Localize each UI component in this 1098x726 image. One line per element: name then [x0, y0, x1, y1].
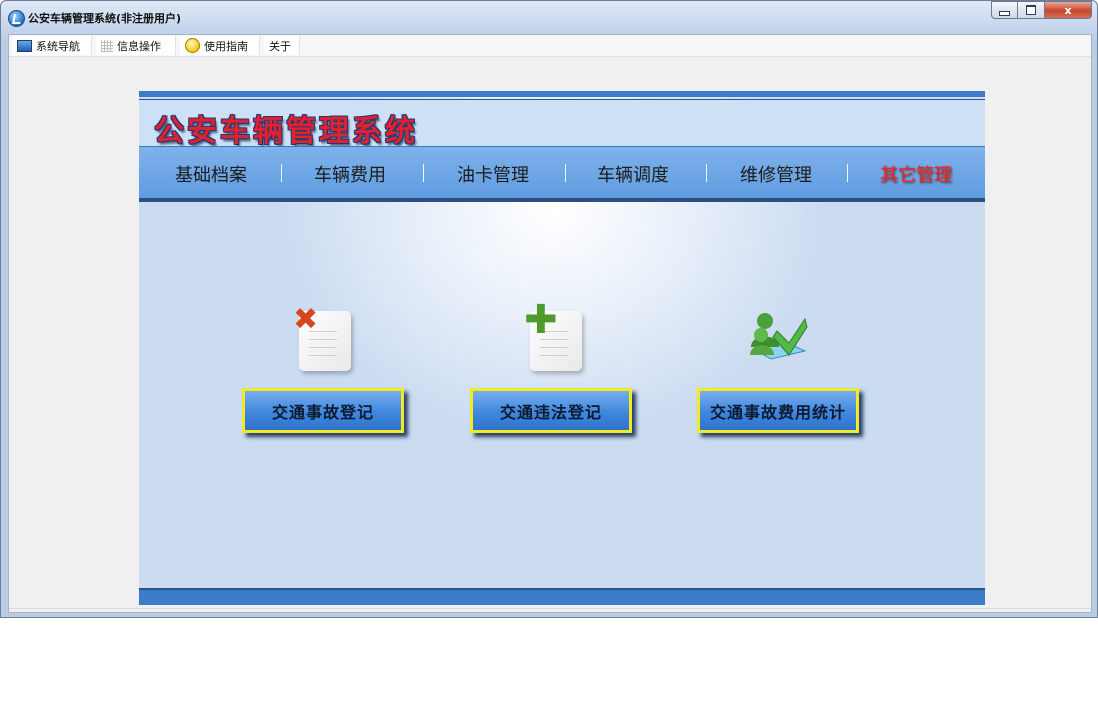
panel-header: 公安车辆管理系统: [139, 100, 985, 149]
menu-item-info-ops[interactable]: 信息操作: [96, 36, 176, 55]
menu-item-label: 系统导航: [36, 39, 80, 53]
system-title: 公安车辆管理系统: [154, 114, 418, 149]
maximize-icon: [1026, 5, 1036, 15]
nav-vehicle-dispatch[interactable]: 车辆调度: [597, 161, 669, 187]
document-add-icon[interactable]: ✚: [524, 300, 582, 371]
nav-basic-records[interactable]: 基础档案: [175, 161, 247, 187]
grid-icon: [101, 39, 113, 52]
accident-cost-statistics-button[interactable]: 交通事故费用统计: [697, 388, 859, 433]
minimize-button[interactable]: [991, 1, 1018, 19]
window-controls: x: [991, 1, 1092, 20]
document-delete-icon[interactable]: ✖: [293, 305, 351, 371]
app-window: 公安车辆管理系统(非注册用户) x 系统导航 信息操作 使用指南 关于 公安车辆…: [0, 0, 1098, 618]
menu-item-label: 关于: [269, 39, 291, 53]
main-panel: 公安车辆管理系统 基础档案 车辆费用 油卡管理 车辆调度 维修管理 其它管理 ✖…: [139, 91, 985, 605]
nav-bottom-border: [139, 198, 985, 202]
menu-bar: 系统导航 信息操作 使用指南 关于: [9, 35, 1091, 57]
nav-maintenance[interactable]: 维修管理: [740, 161, 812, 187]
nav-separator: [423, 164, 424, 182]
nav-separator: [706, 164, 707, 182]
panel-top-bar: [139, 91, 985, 97]
title-bar[interactable]: 公安车辆管理系统(非注册用户) x: [1, 1, 1097, 33]
help-icon: [185, 38, 200, 53]
window-title: 公安车辆管理系统(非注册用户): [28, 12, 182, 25]
traffic-violation-register-button[interactable]: 交通违法登记: [470, 388, 632, 433]
close-icon: x: [1064, 3, 1072, 17]
menu-item-about[interactable]: 关于: [264, 36, 300, 55]
nav-separator: [565, 164, 566, 182]
status-divider: [9, 608, 1091, 609]
nav-other-management[interactable]: 其它管理: [880, 161, 952, 187]
nav-vehicle-costs[interactable]: 车辆费用: [314, 161, 386, 187]
minimize-icon: [999, 10, 1010, 16]
users-download-icon[interactable]: [747, 309, 809, 371]
menu-item-label: 信息操作: [117, 39, 161, 53]
app-logo-icon: [8, 10, 25, 27]
maximize-button[interactable]: [1018, 1, 1045, 19]
close-button[interactable]: x: [1045, 1, 1092, 19]
nav-separator: [847, 164, 848, 182]
nav-separator: [281, 164, 282, 182]
panel-bottom-bar: [139, 590, 985, 605]
module-nav-bar: 基础档案 车辆费用 油卡管理 车辆调度 维修管理 其它管理: [139, 146, 985, 198]
menu-item-user-guide[interactable]: 使用指南: [180, 36, 260, 55]
menu-item-label: 使用指南: [204, 39, 248, 53]
nav-fuel-card[interactable]: 油卡管理: [457, 161, 529, 187]
monitor-icon: [17, 39, 32, 52]
menu-item-system-nav[interactable]: 系统导航: [12, 36, 92, 55]
traffic-accident-register-button[interactable]: 交通事故登记: [242, 388, 404, 433]
